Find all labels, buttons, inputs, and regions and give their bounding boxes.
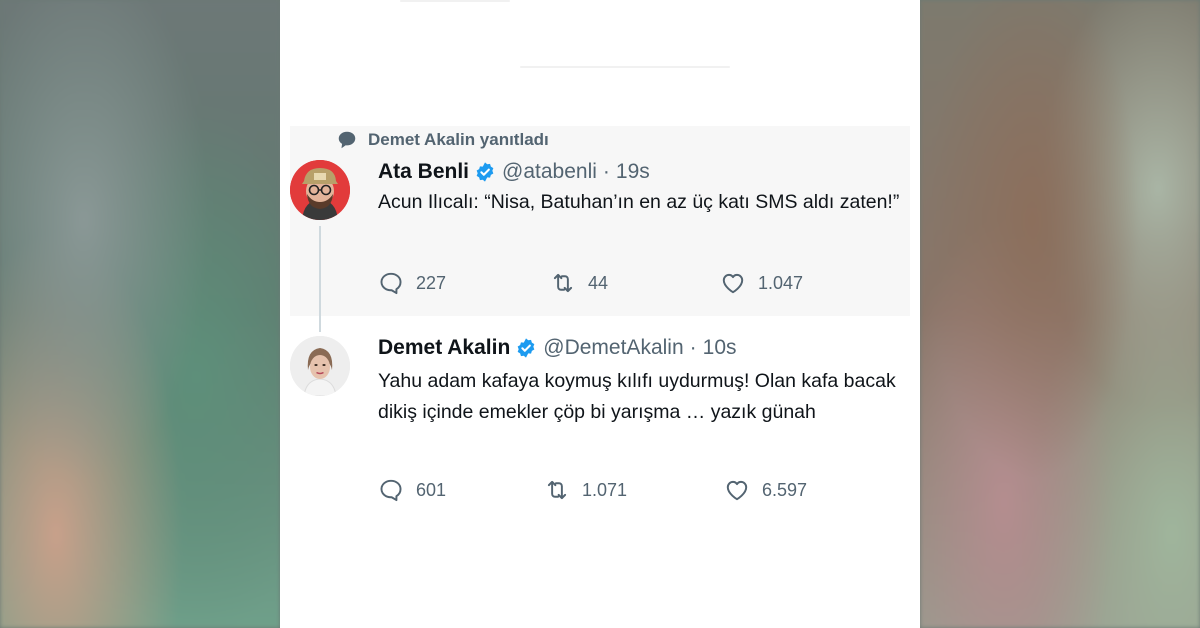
reply-context-label: Demet Akalin yanıtladı: [368, 130, 549, 149]
retweet-button[interactable]: 1.071: [544, 477, 627, 503]
reply-button[interactable]: 227: [378, 270, 446, 296]
retweet-count: 1.071: [582, 479, 628, 500]
avatar[interactable]: [290, 336, 350, 396]
retweet-icon: [553, 273, 573, 293]
reply-button[interactable]: 601: [378, 477, 446, 503]
retweet-count: 44: [588, 272, 609, 293]
avatar[interactable]: [290, 160, 350, 220]
author-handle[interactable]: @atabenli: [502, 160, 597, 184]
tweet-thread-panel: Demet Akalin yanıtladı Ata Benli @ataben…: [280, 0, 920, 628]
divider: [520, 66, 730, 68]
author-name[interactable]: Demet Akalin: [378, 336, 510, 360]
retweet-icon: [547, 480, 567, 500]
tweet-actions: 227 44 1.047: [378, 270, 878, 300]
thread-connector: [319, 226, 321, 332]
speech-bubble-icon: [336, 129, 358, 151]
like-count: 1.047: [758, 272, 804, 293]
left-blurred-background: [0, 0, 280, 628]
author-handle[interactable]: @DemetAkalin: [543, 336, 683, 360]
verified-badge-icon: [474, 161, 496, 183]
reply-icon: [380, 479, 402, 502]
tweet-time[interactable]: 10s: [703, 336, 737, 360]
like-icon: [722, 273, 744, 294]
separator-dot: ·: [602, 160, 610, 183]
tweet-header: Ata Benli @atabenli · 19s: [378, 160, 650, 184]
reply-context: Demet Akalin yanıtladı: [336, 129, 549, 151]
tweet-text: Yahu adam kafaya koymuş kılıfı uydurmuş!…: [378, 370, 896, 423]
like-count: 6.597: [762, 479, 808, 500]
retweet-button[interactable]: 44: [550, 270, 608, 296]
tweet-actions: 601 1.071 6.597: [378, 477, 878, 507]
verified-badge-icon: [515, 337, 537, 359]
tweet-header: Demet Akalin @DemetAkalin · 10s: [378, 336, 737, 360]
reply-icon: [380, 272, 402, 295]
reply-count: 227: [416, 272, 447, 293]
divider: [400, 0, 510, 2]
tweet-time[interactable]: 19s: [616, 160, 650, 184]
like-icon: [726, 480, 748, 501]
right-blurred-background: [920, 0, 1200, 628]
tweet-text: Acun Ilıcalı: “Nisa, Batuhan’ın en az üç…: [378, 191, 900, 213]
like-button[interactable]: 1.047: [720, 270, 803, 296]
like-button[interactable]: 6.597: [724, 477, 807, 503]
separator-dot: ·: [689, 336, 697, 359]
reply-count: 601: [416, 479, 447, 500]
author-name[interactable]: Ata Benli: [378, 160, 469, 184]
